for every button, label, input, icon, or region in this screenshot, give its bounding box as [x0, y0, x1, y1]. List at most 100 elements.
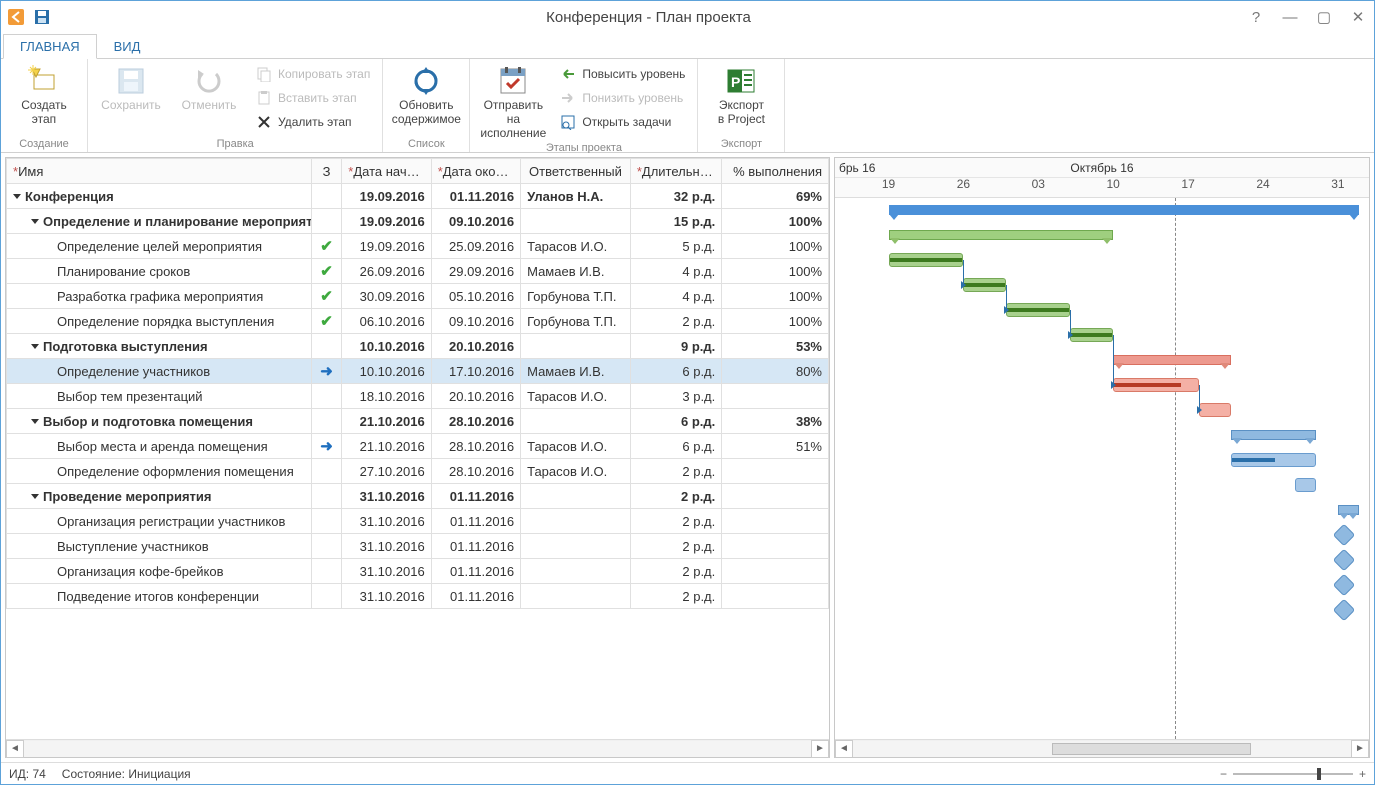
col-start[interactable]: *Дата начала [342, 159, 431, 184]
table-row[interactable]: Планирование сроков✔26.09.201629.09.2016… [7, 259, 829, 284]
gantt-milestone[interactable] [1333, 574, 1356, 597]
table-row[interactable]: Выбор тем презентаций18.10.201620.10.201… [7, 384, 829, 409]
table-row[interactable]: Выступление участников31.10.201601.11.20… [7, 534, 829, 559]
task-name: Планирование сроков [57, 264, 190, 279]
titlebar: Конференция - План проекта ? — ▢ ✕ [1, 1, 1374, 33]
send-button[interactable]: Отправить на исполнение [478, 63, 548, 140]
task-name: Определение оформления помещения [57, 464, 294, 479]
col-pct[interactable]: % выполнения [722, 159, 829, 184]
open-tasks-button[interactable]: Открыть задачи [556, 111, 689, 133]
caret-down-icon[interactable] [31, 494, 39, 499]
demote-label: Понизить уровень [582, 91, 683, 105]
caret-down-icon[interactable] [31, 344, 39, 349]
caret-down-icon[interactable] [13, 194, 21, 199]
task-grid[interactable]: *Имя З *Дата начала *Дата окончания Отве… [5, 157, 830, 758]
table-row[interactable]: Выбор места и аренда помещения➜21.10.201… [7, 434, 829, 459]
col-name[interactable]: *Имя [7, 159, 312, 184]
task-name: Определение участников [57, 364, 210, 379]
svg-text:P: P [731, 74, 740, 90]
gantt-task-bar[interactable] [1006, 303, 1070, 317]
help-button[interactable]: ? [1244, 9, 1268, 26]
table-row[interactable]: Определение оформления помещения27.10.20… [7, 459, 829, 484]
undo-button[interactable]: Отменить [174, 63, 244, 113]
gantt-summary-bar[interactable] [1113, 355, 1231, 365]
paste-stage-button[interactable]: Вставить этап [252, 87, 374, 109]
table-row[interactable]: Подготовка выступления10.10.201620.10.20… [7, 334, 829, 359]
table-row[interactable]: Выбор и подготовка помещения21.10.201628… [7, 409, 829, 434]
task-name: Разработка графика мероприятия [57, 289, 263, 304]
task-name: Определение порядка выступления [57, 314, 274, 329]
table-row[interactable]: Определение порядка выступления✔06.10.20… [7, 309, 829, 334]
zoom-thumb[interactable] [1317, 768, 1321, 780]
delete-stage-button[interactable]: Удалить этап [252, 111, 374, 133]
table-row[interactable]: Конференция19.09.201601.11.2016Уланов Н.… [7, 184, 829, 209]
gantt-milestone[interactable] [1333, 599, 1356, 622]
table-row[interactable]: Разработка графика мероприятия✔30.09.201… [7, 284, 829, 309]
tab-main[interactable]: ГЛАВНАЯ [3, 34, 97, 59]
table-row[interactable]: Определение целей мероприятия✔19.09.2016… [7, 234, 829, 259]
minimize-button[interactable]: — [1278, 9, 1302, 26]
zoom-in-icon[interactable]: + [1359, 767, 1366, 781]
zoom-slider[interactable]: − + [1220, 767, 1366, 781]
check-icon: ✔ [320, 313, 333, 330]
gantt-task-bar[interactable] [963, 278, 1006, 292]
gantt-milestone[interactable] [1333, 524, 1356, 547]
gantt-task-bar[interactable] [1070, 328, 1113, 342]
caret-down-icon[interactable] [31, 219, 39, 224]
grid-hscroll[interactable]: ◄ ► [6, 739, 829, 757]
gantt-task-bar[interactable] [1199, 403, 1231, 417]
copy-stage-button[interactable]: Копировать этап [252, 63, 374, 85]
gantt-summary-bar[interactable] [1338, 505, 1359, 515]
table-row[interactable]: Определение и планирование мероприятия19… [7, 209, 829, 234]
qat-save-icon[interactable] [31, 6, 53, 28]
gantt-summary-bar[interactable] [889, 205, 1360, 215]
scroll-right-icon[interactable]: ► [811, 740, 829, 758]
project-icon: P [725, 65, 757, 97]
status-id-value: 74 [32, 767, 45, 781]
export-project-button[interactable]: P Экспорт в Project [706, 63, 776, 127]
scroll-left-icon[interactable]: ◄ [6, 740, 24, 758]
gantt-chart[interactable]: брь 16Октябрь 16 19260310172431 ◄ ► [834, 157, 1370, 758]
export-project-label: Экспорт в Project [718, 99, 765, 127]
caret-down-icon[interactable] [31, 419, 39, 424]
demote-button[interactable]: Понизить уровень [556, 87, 689, 109]
task-name: Выбор места и аренда помещения [57, 439, 268, 454]
qat-app-icon[interactable] [5, 6, 27, 28]
col-status[interactable]: З [311, 159, 341, 184]
status-state-label: Состояние: [62, 767, 125, 781]
ribbon-tabs: ГЛАВНАЯ ВИД [1, 33, 1374, 59]
gantt-summary-bar[interactable] [889, 230, 1114, 240]
gantt-hscroll[interactable]: ◄ ► [835, 739, 1369, 757]
col-responsible[interactable]: Ответственный [521, 159, 631, 184]
close-button[interactable]: ✕ [1346, 8, 1370, 26]
col-end[interactable]: *Дата окончания [431, 159, 520, 184]
scroll-thumb[interactable] [1052, 743, 1251, 755]
gantt-task-bar[interactable] [1295, 478, 1316, 492]
delete-stage-label: Удалить этап [278, 115, 352, 129]
scroll-left-icon[interactable]: ◄ [835, 740, 853, 758]
send-label: Отправить на исполнение [478, 99, 548, 140]
save-button[interactable]: Сохранить [96, 63, 166, 113]
refresh-button[interactable]: Обновить содержимое [391, 63, 461, 127]
table-row[interactable]: Определение участников➜10.10.201617.10.2… [7, 359, 829, 384]
zoom-out-icon[interactable]: − [1220, 767, 1227, 781]
gantt-task-bar[interactable] [889, 253, 964, 267]
create-stage-button[interactable]: Создать этап [9, 63, 79, 127]
gantt-milestone[interactable] [1333, 549, 1356, 572]
table-row[interactable]: Организация регистрации участников31.10.… [7, 509, 829, 534]
gantt-task-bar[interactable] [1113, 378, 1199, 392]
gantt-task-bar[interactable] [1231, 453, 1317, 467]
table-row[interactable]: Подведение итогов конференции31.10.20160… [7, 584, 829, 609]
task-name: Подведение итогов конференции [57, 589, 259, 604]
table-row[interactable]: Организация кофе-брейков31.10.201601.11.… [7, 559, 829, 584]
scroll-right-icon[interactable]: ► [1351, 740, 1369, 758]
tab-view[interactable]: ВИД [97, 34, 158, 58]
table-row[interactable]: Проведение мероприятия31.10.201601.11.20… [7, 484, 829, 509]
gantt-summary-bar[interactable] [1231, 430, 1317, 440]
maximize-button[interactable]: ▢ [1312, 8, 1336, 26]
task-name: Определение и планирование мероприятия [43, 214, 311, 229]
col-duration[interactable]: *Длительность [630, 159, 721, 184]
promote-button[interactable]: Повысить уровень [556, 63, 689, 85]
open-tasks-label: Открыть задачи [582, 115, 671, 129]
task-name: Подготовка выступления [43, 339, 208, 354]
